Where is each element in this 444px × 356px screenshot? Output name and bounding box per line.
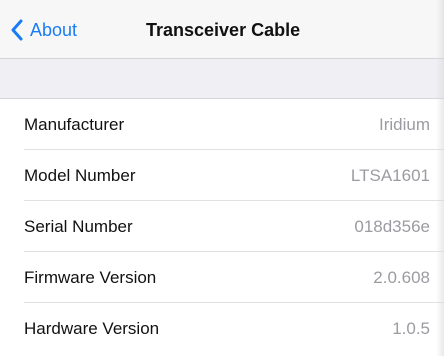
row-value: Iridium xyxy=(378,115,430,134)
page-title: Transceiver Cable xyxy=(146,20,301,40)
navigation-bar: About Transceiver Cable xyxy=(0,0,444,58)
back-button-label: About xyxy=(30,20,78,40)
list-row-manufacturer: Manufacturer Iridium xyxy=(0,99,444,150)
row-label: Serial Number xyxy=(24,217,133,236)
row-label: Manufacturer xyxy=(24,115,125,134)
row-value: 018d356e xyxy=(354,217,430,236)
row-value: 2.0.608 xyxy=(373,268,430,287)
info-list: Manufacturer Iridium Model Number LTSA16… xyxy=(0,99,444,354)
row-label: Firmware Version xyxy=(24,268,157,287)
row-label: Hardware Version xyxy=(24,319,160,338)
row-value: 1.0.5 xyxy=(392,319,430,338)
list-row-firmware-version: Firmware Version 2.0.608 xyxy=(0,252,444,303)
list-row-model-number: Model Number LTSA1601 xyxy=(0,150,444,201)
back-button[interactable]: About xyxy=(10,14,77,46)
list-row-serial-number: Serial Number 018d356e xyxy=(0,201,444,252)
list-row-hardware-version: Hardware Version 1.0.5 xyxy=(0,303,444,354)
section-header xyxy=(0,59,444,98)
row-value: LTSA1601 xyxy=(350,166,430,185)
chevron-left-icon xyxy=(10,19,30,41)
transceiver-cable-screen: About Transceiver Cable Manufacturer Iri… xyxy=(0,0,444,356)
row-label: Model Number xyxy=(24,166,136,185)
